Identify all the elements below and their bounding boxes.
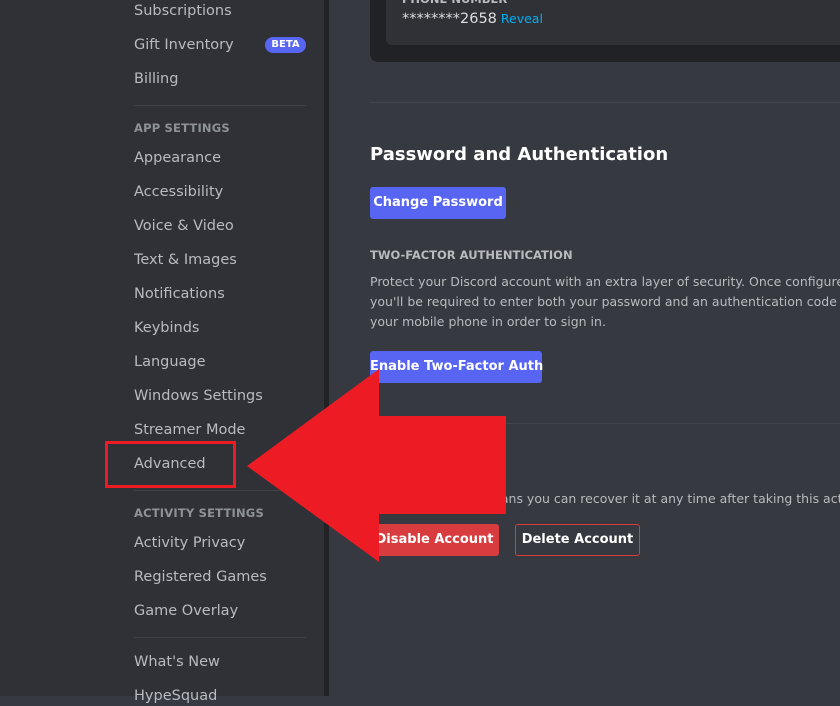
two-factor-header: TWO-FACTOR AUTHENTICATION bbox=[370, 248, 573, 262]
section-divider bbox=[370, 423, 840, 424]
phone-number-label: PHONE NUMBER bbox=[402, 0, 507, 6]
sidebar-item-appearance[interactable]: Appearance bbox=[134, 148, 221, 168]
phone-number-text: ********2658 bbox=[402, 11, 497, 27]
enable-two-factor-button[interactable]: Enable Two-Factor Auth bbox=[370, 351, 543, 383]
sidebar-item-keybinds[interactable]: Keybinds bbox=[134, 318, 199, 338]
sidebar-item-streamer-mode[interactable]: Streamer Mode bbox=[134, 420, 245, 440]
sidebar-divider bbox=[134, 490, 306, 491]
sidebar-item-subscriptions[interactable]: Subscriptions bbox=[134, 1, 232, 21]
sidebar-item-windows-settings[interactable]: Windows Settings bbox=[134, 386, 263, 406]
advanced-highlight-box bbox=[105, 441, 236, 488]
two-factor-description: Protect your Discord account with an ext… bbox=[370, 274, 840, 329]
password-auth-title: Password and Authentication bbox=[370, 144, 669, 165]
sidebar-item-voice-video[interactable]: Voice & Video bbox=[134, 216, 234, 236]
sidebar-item-text-images[interactable]: Text & Images bbox=[134, 250, 237, 270]
change-password-button[interactable]: Change Password bbox=[370, 187, 506, 219]
sidebar-item-game-overlay[interactable]: Game Overlay bbox=[134, 601, 238, 621]
sidebar-item-hypesquad[interactable]: HypeSquad bbox=[134, 686, 217, 706]
beta-badge: BETA bbox=[265, 37, 306, 53]
sidebar-item-gift-inventory[interactable]: Gift Inventory bbox=[134, 35, 234, 55]
sidebar-item-registered-games[interactable]: Registered Games bbox=[134, 567, 267, 587]
reveal-link[interactable]: Reveal bbox=[501, 11, 543, 26]
settings-sidebar: Subscriptions Gift Inventory BETA Billin… bbox=[0, 0, 324, 704]
sidebar-divider bbox=[134, 637, 306, 638]
section-divider bbox=[370, 102, 840, 103]
sidebar-item-billing[interactable]: Billing bbox=[134, 69, 178, 89]
phone-number-value: ********2658 Reveal bbox=[402, 11, 543, 27]
sidebar-item-accessibility[interactable]: Accessibility bbox=[134, 182, 223, 202]
activity-settings-header: ACTIVITY SETTINGS bbox=[134, 506, 264, 520]
sidebar-item-whats-new[interactable]: What's New bbox=[134, 652, 220, 672]
account-removal-description: means you can recover it at any time aft… bbox=[481, 491, 840, 506]
sidebar-item-notifications[interactable]: Notifications bbox=[134, 284, 225, 304]
sidebar-item-language[interactable]: Language bbox=[134, 352, 206, 372]
sidebar-item-activity-privacy[interactable]: Activity Privacy bbox=[134, 533, 245, 553]
settings-content bbox=[329, 0, 840, 696]
delete-account-button[interactable]: Delete Account bbox=[515, 524, 640, 556]
sidebar-divider bbox=[134, 105, 306, 106]
app-settings-header: APP SETTINGS bbox=[134, 121, 230, 135]
disable-account-button[interactable]: Disable Account bbox=[370, 524, 499, 556]
